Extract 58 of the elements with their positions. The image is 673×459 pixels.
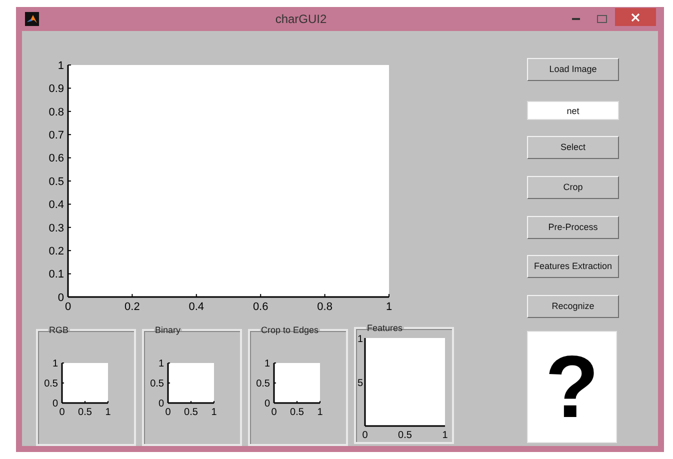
x-tick-label: 1	[105, 407, 111, 418]
x-tick-label: 1	[317, 407, 323, 418]
y-tick-label: 1	[52, 358, 58, 370]
push-button[interactable]: Select	[527, 136, 619, 159]
y-tick-label: 0.4	[48, 199, 64, 212]
y-tick-label: 1	[357, 334, 363, 345]
x-tick-label: 0	[165, 407, 171, 418]
push-button[interactable]: Pre-Process	[527, 216, 619, 239]
minimize-icon	[572, 18, 580, 20]
y-tick-label: 0	[264, 398, 270, 410]
x-tick-label: 0.5	[290, 407, 304, 418]
x-tick-label: 0	[362, 430, 368, 441]
y-tick-label: 0.8	[48, 106, 64, 118]
close-icon	[631, 12, 640, 22]
y-tick-label: 1	[264, 358, 270, 370]
y-tick-label: 0.5	[44, 378, 58, 390]
push-button[interactable]: Recognize	[527, 295, 619, 318]
y-tick-label: 0.6	[48, 152, 64, 165]
x-tick-label: 1	[211, 407, 217, 418]
y-tick-label: 0.3	[48, 222, 64, 234]
text-field[interactable]: net	[527, 101, 619, 120]
recognized-character: ?	[545, 343, 599, 431]
panel-title: Binary	[154, 325, 182, 335]
app-logo-icon	[25, 12, 39, 26]
x-tick-label: 0.8	[317, 301, 332, 313]
x-tick-label: 0.5	[398, 430, 412, 441]
y-tick-label: 0.9	[48, 83, 64, 96]
window-title: charGUI2	[274, 11, 328, 28]
x-tick-label: 0.6	[252, 301, 268, 313]
x-tick-label: 0	[64, 301, 72, 313]
x-tick-label: 0	[59, 407, 65, 418]
y-tick-label: 0	[52, 398, 58, 410]
push-button[interactable]: Crop	[527, 176, 619, 199]
maximize-icon	[597, 15, 607, 23]
x-tick-label: 1	[386, 301, 392, 313]
push-button[interactable]: Features Extraction	[527, 255, 619, 278]
y-tick-label: 1	[158, 358, 164, 370]
panel-title: RGB	[48, 325, 70, 335]
close-button[interactable]	[615, 8, 656, 26]
y-tick-label: 0.5	[48, 176, 64, 188]
y-tick-label: 0	[58, 292, 64, 304]
push-button[interactable]: Load Image	[527, 58, 619, 81]
y-tick-label: 0.7	[48, 129, 64, 142]
y-tick-label: 5	[357, 378, 363, 389]
y-tick-label: 0.5	[256, 378, 270, 390]
x-tick-label: 0.4	[188, 301, 204, 313]
x-tick-label: 1	[442, 430, 448, 441]
x-tick-label: 0.5	[184, 407, 198, 418]
x-tick-label: 0	[271, 407, 277, 418]
y-tick-label: 0.5	[150, 378, 164, 390]
y-tick-label: 0.2	[48, 245, 64, 258]
x-tick-label: 0.5	[78, 407, 92, 418]
x-tick-label: 0.2	[124, 301, 140, 313]
y-tick-label: 0	[158, 398, 164, 410]
y-tick-label: 0.1	[48, 268, 64, 281]
panel-title: Crop to Edges	[260, 325, 320, 335]
y-tick-label: 1	[58, 60, 64, 72]
panel-title: Features	[366, 323, 404, 333]
